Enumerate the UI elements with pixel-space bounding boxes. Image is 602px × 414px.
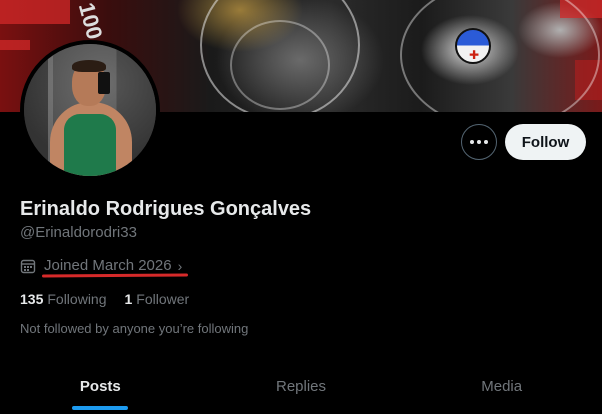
tab-posts[interactable]: Posts <box>0 358 201 414</box>
profile-tabs: Posts Replies Media <box>0 358 602 414</box>
follow-button[interactable]: Follow <box>505 124 586 160</box>
active-tab-indicator <box>72 406 129 410</box>
banner-decor-text: 100 <box>73 0 108 42</box>
profile-page: 100 ✚ Follow Erinaldo Rodrigues Gonçalve… <box>0 0 602 414</box>
joined-date-text: Joined March 2026 <box>44 257 172 274</box>
annotation-underline <box>41 273 189 278</box>
follow-counts: 135 Following 1 Follower <box>20 291 189 307</box>
followers-link[interactable]: 1 Follower <box>125 291 190 307</box>
tab-label: Media <box>481 377 523 395</box>
more-options-button[interactable] <box>461 124 497 160</box>
calendar-icon <box>20 259 36 273</box>
following-link[interactable]: 135 Following <box>20 291 107 307</box>
followers-label: Follower <box>136 291 190 307</box>
tab-label: Posts <box>79 377 121 395</box>
avatar[interactable] <box>20 40 160 180</box>
following-count: 135 <box>20 291 44 307</box>
more-horizontal-icon <box>469 140 490 144</box>
user-handle: @Erinaldorodri33 <box>20 224 137 241</box>
followers-count: 1 <box>124 291 133 307</box>
joined-date-link[interactable]: Joined March 2026 › <box>20 257 182 274</box>
flag-emblem: ✚ <box>455 28 491 64</box>
chevron-right-icon: › <box>177 257 183 274</box>
following-label: Following <box>47 291 107 307</box>
mutual-followers-text: Not followed by anyone you’re following <box>20 321 249 336</box>
display-name: Erinaldo Rodrigues Gonçalves <box>20 198 312 220</box>
tab-media[interactable]: Media <box>401 358 602 414</box>
tab-label: Replies <box>275 377 327 395</box>
tab-replies[interactable]: Replies <box>201 358 402 414</box>
